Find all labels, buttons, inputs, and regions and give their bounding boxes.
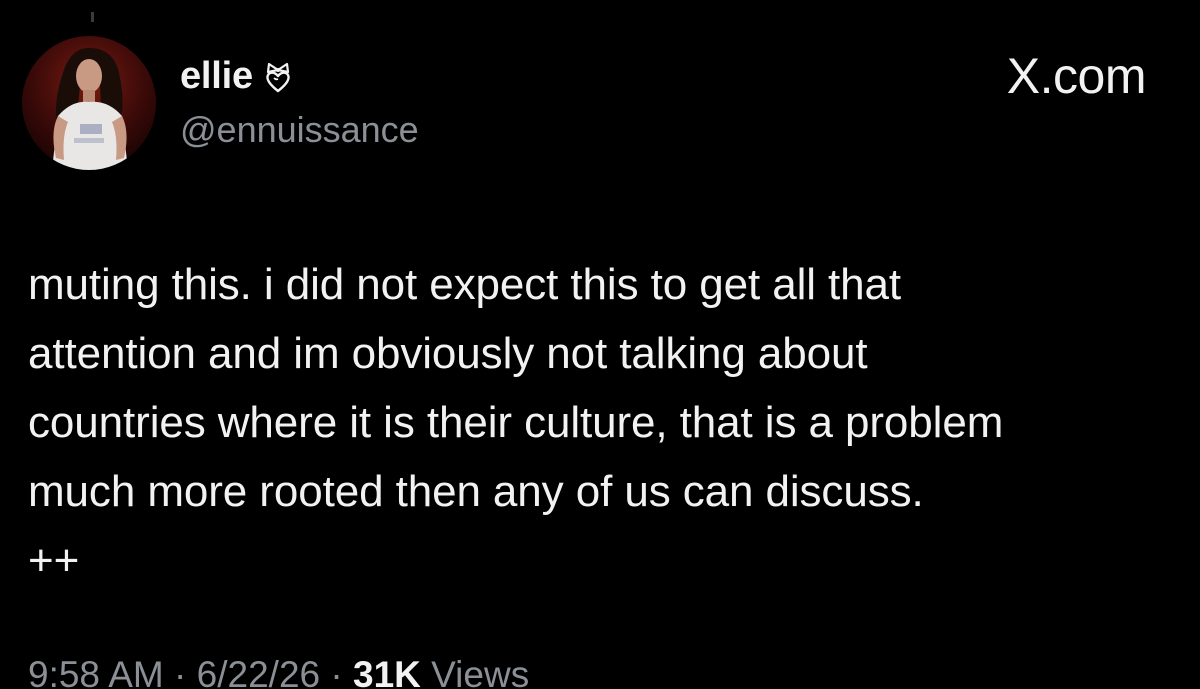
views-count[interactable]: 31K xyxy=(353,654,421,689)
tweet-text: muting this. i did not expect this to ge… xyxy=(28,250,1178,595)
tweet-line: countries where it is their culture, tha… xyxy=(28,398,1004,447)
views-label[interactable]: Views xyxy=(421,654,529,689)
tweet-line: attention and im obviously not talking a… xyxy=(28,329,868,378)
author-handle[interactable]: @ennuissance xyxy=(180,108,419,152)
tweet-time[interactable]: 9:58 AM xyxy=(28,654,164,689)
author-display-name[interactable]: ellie xyxy=(180,54,253,98)
avatar[interactable] xyxy=(22,36,156,170)
meta-separator: · xyxy=(163,654,197,689)
author-name-row: ellie xyxy=(180,54,293,98)
heart-ribbon-icon xyxy=(263,62,293,94)
tweet-line: ++ xyxy=(28,536,80,585)
meta-separator: · xyxy=(320,654,353,689)
brand-logo: X.com xyxy=(1006,48,1147,104)
tweet-meta: 9:58 AM · 6/22/26 · 31K Views xyxy=(28,650,529,689)
top-edge-mark xyxy=(91,12,94,22)
tweet-line: muting this. i did not expect this to ge… xyxy=(28,260,902,309)
tweet-line: much more rooted then any of us can disc… xyxy=(28,467,924,516)
tweet-date[interactable]: 6/22/26 xyxy=(197,654,320,689)
